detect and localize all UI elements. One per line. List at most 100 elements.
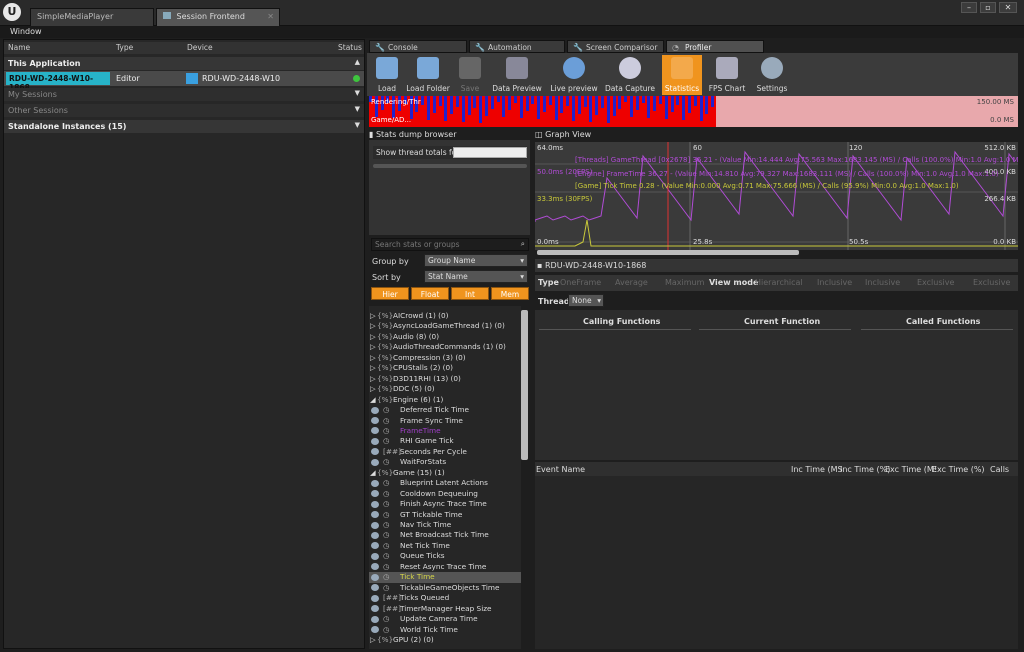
mini-graph[interactable]: Rendering/Thr Game/AD... 150.00 MS 0.0 M… bbox=[369, 96, 1018, 127]
col-inc-time-ms[interactable]: Inc Time (MS bbox=[791, 465, 843, 474]
tree-group[interactable]: ◢ {%} Engine (6) (1) bbox=[369, 395, 521, 405]
category-this-application[interactable]: This Application ▲ bbox=[4, 57, 364, 70]
category-standalone-instances[interactable]: Standalone Instances (15) ▼ bbox=[4, 120, 364, 133]
tree-stat[interactable]: ◷ Frame Sync Time bbox=[369, 416, 521, 426]
stat-link-icon[interactable] bbox=[371, 573, 379, 581]
tree-stat[interactable]: ◷ WaitForStats bbox=[369, 457, 521, 467]
tree-stat[interactable]: ◷ TickableGameObjects Time bbox=[369, 583, 521, 593]
tree-stat[interactable]: ◷ World Tick Time bbox=[369, 625, 521, 635]
stat-link-icon[interactable] bbox=[371, 448, 379, 456]
session-row[interactable]: RDU-WD-2448-W10-1868 Editor RDU-WD-2448-… bbox=[4, 71, 364, 92]
tree-group[interactable]: ▷ {%} CPUStalls (2) (0) bbox=[369, 363, 521, 373]
maximize-button[interactable]: ▫ bbox=[980, 2, 996, 13]
tree-group[interactable]: ▷ {%} AICrowd (1) (0) bbox=[369, 311, 521, 321]
load-button[interactable]: Load bbox=[371, 55, 403, 95]
tree-group[interactable]: ▷ {%} AsyncLoadGameThread (1) (0) bbox=[369, 321, 521, 331]
col-status[interactable]: Status bbox=[338, 43, 362, 52]
thread-dropdown[interactable]: None ▾ bbox=[568, 294, 604, 307]
collapse-arrow-icon[interactable]: ◢ bbox=[370, 395, 376, 404]
thread-totals-input[interactable] bbox=[453, 147, 527, 158]
stat-link-icon[interactable] bbox=[371, 427, 379, 435]
stats-dump-scrollbar[interactable] bbox=[373, 164, 527, 168]
stat-link-icon[interactable] bbox=[371, 406, 379, 414]
tree-stat[interactable]: [##] Seconds Per Cycle bbox=[369, 447, 521, 457]
tree-stat[interactable]: ◷ Cooldown Dequeuing bbox=[369, 489, 521, 499]
expand-arrow-icon[interactable]: ▷ bbox=[370, 332, 376, 341]
expand-arrow-icon[interactable]: ▷ bbox=[370, 384, 376, 393]
expand-arrow-icon[interactable]: ▷ bbox=[370, 311, 376, 320]
tree-group[interactable]: ▷ {%} Audio (8) (0) bbox=[369, 332, 521, 342]
tree-stat[interactable]: ◷ Blueprint Latent Actions bbox=[369, 478, 521, 488]
type-maximum-toggle[interactable]: Maximum bbox=[665, 278, 704, 287]
tree-scrollbar[interactable] bbox=[521, 310, 528, 460]
tab-automation[interactable]: 🔧 Automation bbox=[469, 40, 565, 53]
view-hierarchical-toggle[interactable]: Hierarchical bbox=[755, 278, 803, 287]
tree-group[interactable]: ▷ {%} AudioThreadCommands (1) (0) bbox=[369, 342, 521, 352]
stat-link-icon[interactable] bbox=[371, 594, 379, 602]
stat-link-icon[interactable] bbox=[371, 500, 379, 508]
save-button[interactable]: Save bbox=[455, 55, 485, 95]
tree-stat[interactable]: ◷ Reset Async Trace Time bbox=[369, 562, 521, 572]
stat-link-icon[interactable] bbox=[371, 437, 379, 445]
hier-filter-button[interactable]: Hier bbox=[371, 287, 409, 300]
tree-stat[interactable]: ◷ RHI Game Tick bbox=[369, 436, 521, 446]
col-event-name[interactable]: Event Name bbox=[536, 465, 585, 474]
tree-group[interactable]: ▷ {%} DDC (5) (0) bbox=[369, 384, 521, 394]
menu-window[interactable]: Window bbox=[10, 27, 42, 36]
tree-stat[interactable]: ◷ GT Tickable Time bbox=[369, 510, 521, 520]
statistics-button[interactable]: Statistics bbox=[662, 55, 702, 95]
search-stats-input[interactable]: Search stats or groups ⌕ bbox=[371, 238, 529, 251]
load-folder-button[interactable]: Load Folder bbox=[405, 55, 451, 95]
sort-by-dropdown[interactable]: Stat Name ▾ bbox=[424, 270, 528, 283]
tree-stat[interactable]: ◷ Tick Time bbox=[369, 572, 521, 583]
tree-stat[interactable]: ◷ Net Tick Time bbox=[369, 541, 521, 551]
tree-stat[interactable]: [##] TimerManager Heap Size bbox=[369, 604, 521, 614]
tab-console[interactable]: 🔧 Console bbox=[369, 40, 467, 53]
stat-link-icon[interactable] bbox=[371, 552, 379, 560]
category-other-sessions[interactable]: Other Sessions ▼ bbox=[4, 104, 364, 117]
stat-link-icon[interactable] bbox=[371, 511, 379, 519]
expand-arrow-icon[interactable]: ▷ bbox=[370, 635, 376, 644]
col-calls[interactable]: Calls bbox=[990, 465, 1009, 474]
settings-button[interactable]: Settings bbox=[754, 55, 790, 95]
expand-arrow-icon[interactable]: ▷ bbox=[370, 353, 376, 362]
type-oneframe-toggle[interactable]: OneFrame bbox=[560, 278, 601, 287]
stat-link-icon[interactable] bbox=[371, 584, 379, 592]
graph-view[interactable]: 64.0ms 50.0ms (20FPS) 33.3ms (30FPS) 0.0… bbox=[535, 142, 1018, 250]
stat-link-icon[interactable] bbox=[371, 479, 379, 487]
int-filter-button[interactable]: Int bbox=[451, 287, 489, 300]
expand-arrow-icon[interactable]: ▷ bbox=[370, 321, 376, 330]
collapse-arrow-icon[interactable]: ◢ bbox=[370, 468, 376, 477]
stat-link-icon[interactable] bbox=[371, 458, 379, 466]
data-capture-button[interactable]: Data Capture bbox=[603, 55, 657, 95]
view-exclusive-toggle[interactable]: Exclusive bbox=[973, 278, 1010, 287]
tree-stat[interactable]: ◷ Update Camera Time bbox=[369, 614, 521, 624]
stat-link-icon[interactable] bbox=[371, 626, 379, 633]
close-window-button[interactable]: ✕ bbox=[999, 2, 1017, 13]
col-exc-time-ms[interactable]: Exc Time (M! bbox=[885, 465, 937, 474]
tree-group[interactable]: ▷ {%} GPU (2) (0) bbox=[369, 635, 521, 645]
view-inclusive-toggle[interactable]: Inclusive bbox=[817, 278, 852, 287]
col-exc-time-pct[interactable]: Exc Time (%) bbox=[932, 465, 985, 474]
mem-filter-button[interactable]: Mem bbox=[491, 287, 529, 300]
tree-group[interactable]: ▷ {%} D3D11RHI (13) (0) bbox=[369, 374, 521, 384]
stat-link-icon[interactable] bbox=[371, 563, 379, 571]
col-device[interactable]: Device bbox=[187, 43, 213, 52]
tree-stat[interactable]: ◷ Nav Tick Time bbox=[369, 520, 521, 530]
stat-link-icon[interactable] bbox=[371, 615, 379, 623]
tree-stat[interactable]: ◷ Queue Ticks bbox=[369, 551, 521, 561]
minimize-button[interactable]: – bbox=[961, 2, 977, 13]
stat-link-icon[interactable] bbox=[371, 531, 379, 539]
tab-simple-media-player[interactable]: SimpleMediaPlayer bbox=[30, 8, 154, 26]
stat-link-icon[interactable] bbox=[371, 490, 379, 498]
group-by-dropdown[interactable]: Group Name ▾ bbox=[424, 254, 528, 267]
stat-link-icon[interactable] bbox=[371, 605, 379, 613]
stat-link-icon[interactable] bbox=[371, 542, 379, 550]
expand-arrow-icon[interactable]: ▷ bbox=[370, 374, 376, 383]
expand-arrow-icon[interactable]: ▷ bbox=[370, 363, 376, 372]
data-preview-button[interactable]: Data Preview bbox=[491, 55, 543, 95]
tree-stat[interactable]: [##] Ticks Queued bbox=[369, 593, 521, 603]
category-my-sessions[interactable]: My Sessions ▼ bbox=[4, 88, 364, 101]
stat-link-icon[interactable] bbox=[371, 417, 379, 424]
tree-group[interactable]: ▷ {%} Compression (3) (0) bbox=[369, 353, 521, 363]
